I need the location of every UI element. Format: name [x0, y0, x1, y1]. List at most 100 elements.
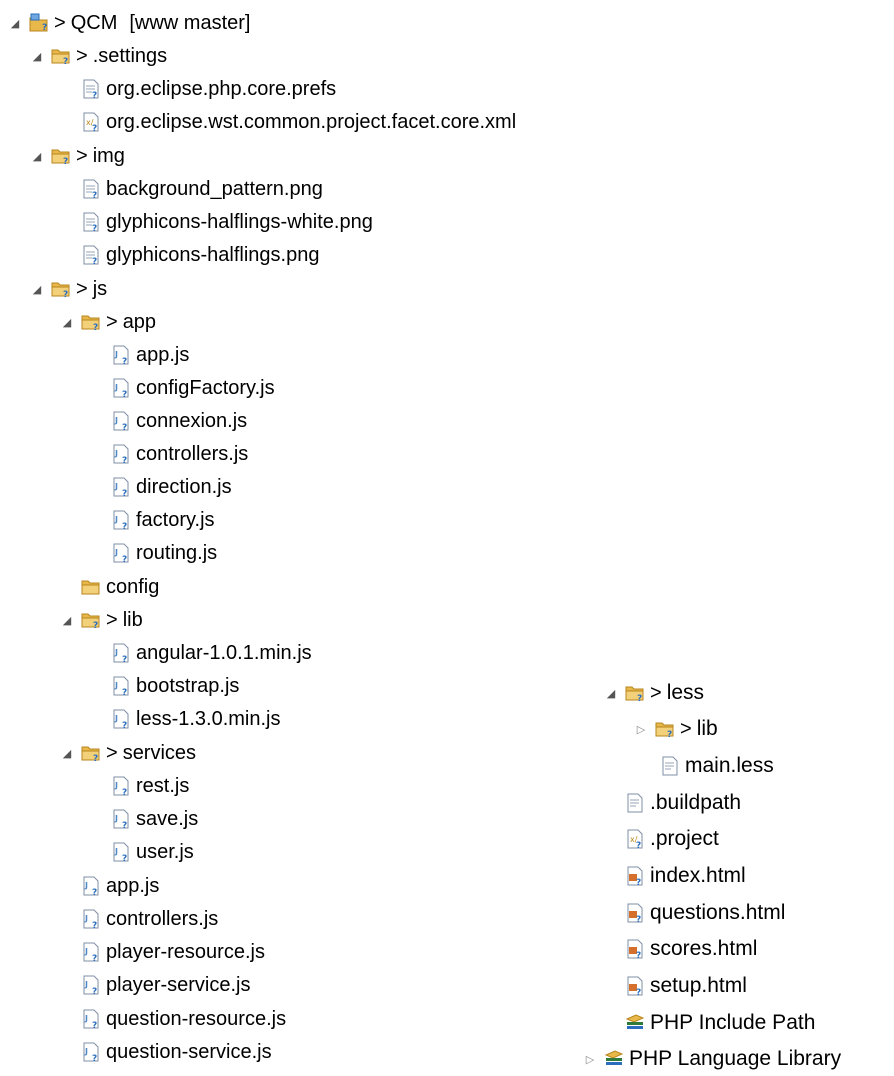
- tree-node-file[interactable]: J? user.js: [90, 837, 194, 867]
- tree-node-folder-config[interactable]: config: [60, 572, 159, 602]
- tree-node-file[interactable]: J? direction.js: [90, 472, 232, 502]
- expanded-twisty-icon[interactable]: ◢: [60, 614, 74, 627]
- git-dirty-marker: >: [76, 144, 88, 167]
- file-label: configFactory.js: [136, 376, 275, 399]
- svg-text:?: ?: [122, 489, 127, 497]
- svg-text:?: ?: [122, 688, 127, 696]
- svg-text:?: ?: [122, 423, 127, 431]
- folder-label: img: [92, 144, 125, 167]
- tree-node-file[interactable]: J? app.js: [60, 871, 159, 901]
- tree-node-file[interactable]: ? setup.html: [604, 969, 747, 1003]
- folder-label: services: [122, 741, 197, 764]
- svg-text:?: ?: [92, 1054, 97, 1062]
- tree-node-file[interactable]: ? org.eclipse.php.core.prefs: [60, 74, 336, 104]
- svg-text:?: ?: [636, 915, 641, 923]
- tree-node-file[interactable]: x/? .project: [604, 822, 719, 856]
- svg-text:?: ?: [63, 157, 68, 166]
- project-explorer-tree: ◢ ? > QCM [www master] ◢ ? > .settings ?…: [0, 0, 894, 1071]
- tree-node-file[interactable]: J? factory.js: [90, 505, 215, 535]
- tree-node-folder-settings[interactable]: ◢ ? > .settings: [30, 41, 167, 71]
- expanded-twisty-icon[interactable]: ◢: [8, 17, 22, 30]
- collapsed-twisty-icon[interactable]: ▷: [634, 723, 648, 736]
- tree-node-file[interactable]: ? scores.html: [604, 932, 757, 966]
- svg-text:?: ?: [637, 694, 642, 703]
- file-label: bootstrap.js: [136, 674, 240, 697]
- folder-icon: ?: [81, 743, 101, 763]
- tree-node-file[interactable]: x/? org.eclipse.wst.common.project.facet…: [60, 107, 516, 137]
- expanded-twisty-icon[interactable]: ◢: [60, 316, 74, 329]
- svg-text:?: ?: [636, 878, 641, 886]
- expanded-twisty-icon[interactable]: ◢: [30, 50, 44, 63]
- tree-node-file[interactable]: J? rest.js: [90, 771, 189, 801]
- file-label: angular-1.0.1.min.js: [136, 641, 312, 664]
- library-icon: [604, 1049, 624, 1069]
- text-file-icon: [660, 756, 680, 776]
- expanded-twisty-icon[interactable]: ◢: [60, 747, 74, 760]
- expanded-twisty-icon[interactable]: ◢: [604, 687, 618, 700]
- file-label: index.html: [650, 864, 746, 887]
- tree-node-file[interactable]: ? background_pattern.png: [60, 174, 323, 204]
- tree-node-file[interactable]: J? controllers.js: [60, 904, 218, 934]
- svg-text:J: J: [114, 648, 118, 657]
- tree-node-folder-app[interactable]: ◢ ? > app: [60, 307, 156, 337]
- tree-node-file[interactable]: J? configFactory.js: [90, 373, 275, 403]
- tree-node-file[interactable]: J? question-resource.js: [60, 1004, 286, 1034]
- html-file-icon: ?: [625, 976, 645, 996]
- svg-text:?: ?: [636, 951, 641, 959]
- tree-node-file[interactable]: J? player-resource.js: [60, 937, 265, 967]
- tree-node-file[interactable]: J? controllers.js: [90, 439, 248, 469]
- library-icon: [625, 1013, 645, 1033]
- tree-node-file[interactable]: J? save.js: [90, 804, 198, 834]
- php-project-icon: ?: [29, 13, 49, 33]
- tree-node-file[interactable]: J? player-service.js: [60, 970, 250, 1000]
- svg-text:?: ?: [93, 323, 98, 332]
- tree-node-file[interactable]: ? questions.html: [604, 896, 785, 930]
- tree-node-file[interactable]: J? bootstrap.js: [90, 671, 239, 701]
- tree-node-folder-services[interactable]: ◢ ? > services: [60, 738, 196, 768]
- tree-node-library-language[interactable]: ▷ PHP Language Library: [583, 1042, 841, 1076]
- expanded-twisty-icon[interactable]: ◢: [30, 283, 44, 296]
- library-label: PHP Language Library: [629, 1047, 842, 1070]
- tree-node-file[interactable]: ? glyphicons-halflings-white.png: [60, 207, 373, 237]
- file-label: question-resource.js: [106, 1007, 287, 1030]
- tree-node-file[interactable]: J? routing.js: [90, 538, 217, 568]
- collapsed-twisty-icon[interactable]: ▷: [583, 1053, 597, 1066]
- tree-node-folder-lib[interactable]: ◢ ? > lib: [60, 605, 143, 635]
- svg-text:?: ?: [92, 257, 97, 265]
- tree-node-file[interactable]: J? connexion.js: [90, 406, 247, 436]
- svg-text:?: ?: [92, 91, 97, 99]
- git-dirty-marker: >: [54, 11, 66, 34]
- folder-label: lib: [122, 608, 143, 631]
- tree-node-project[interactable]: ◢ ? > QCM [www master]: [8, 8, 251, 38]
- svg-text:?: ?: [92, 954, 97, 962]
- folder-icon: ?: [655, 719, 675, 739]
- js-file-icon: J?: [111, 709, 131, 729]
- text-file-icon: [625, 793, 645, 813]
- file-label: controllers.js: [136, 442, 249, 465]
- git-dirty-marker: >: [106, 741, 118, 764]
- tree-node-file[interactable]: main.less: [639, 749, 774, 783]
- tree-node-file[interactable]: J? app.js: [90, 340, 189, 370]
- html-file-icon: ?: [625, 903, 645, 923]
- tree-node-folder-less[interactable]: ◢ ? > less: [604, 676, 704, 710]
- js-file-icon: J?: [111, 411, 131, 431]
- tree-node-folder-js[interactable]: ◢ ? > js: [30, 274, 107, 304]
- tree-node-library-include-path[interactable]: PHP Include Path: [604, 1006, 815, 1040]
- file-label: background_pattern.png: [106, 177, 323, 200]
- tree-node-file[interactable]: .buildpath: [604, 786, 741, 820]
- tree-node-file[interactable]: ? glyphicons-halflings.png: [60, 240, 319, 270]
- file-label: connexion.js: [136, 409, 248, 432]
- expanded-twisty-icon[interactable]: ◢: [30, 150, 44, 163]
- tree-node-folder-img[interactable]: ◢ ? > img: [30, 141, 125, 171]
- js-file-icon: J?: [111, 842, 131, 862]
- tree-node-file[interactable]: ? index.html: [604, 859, 746, 893]
- folder-icon: ?: [625, 683, 645, 703]
- tree-node-file[interactable]: J? less-1.3.0.min.js: [90, 704, 281, 734]
- file-label: glyphicons-halflings-white.png: [106, 210, 373, 233]
- svg-text:J: J: [114, 548, 118, 557]
- tree-node-file[interactable]: J? angular-1.0.1.min.js: [90, 638, 312, 668]
- js-file-icon: J?: [111, 477, 131, 497]
- svg-text:?: ?: [122, 390, 127, 398]
- tree-node-file[interactable]: J? question-service.js: [60, 1037, 272, 1067]
- tree-node-folder-less-lib[interactable]: ▷ ? > lib: [634, 712, 718, 746]
